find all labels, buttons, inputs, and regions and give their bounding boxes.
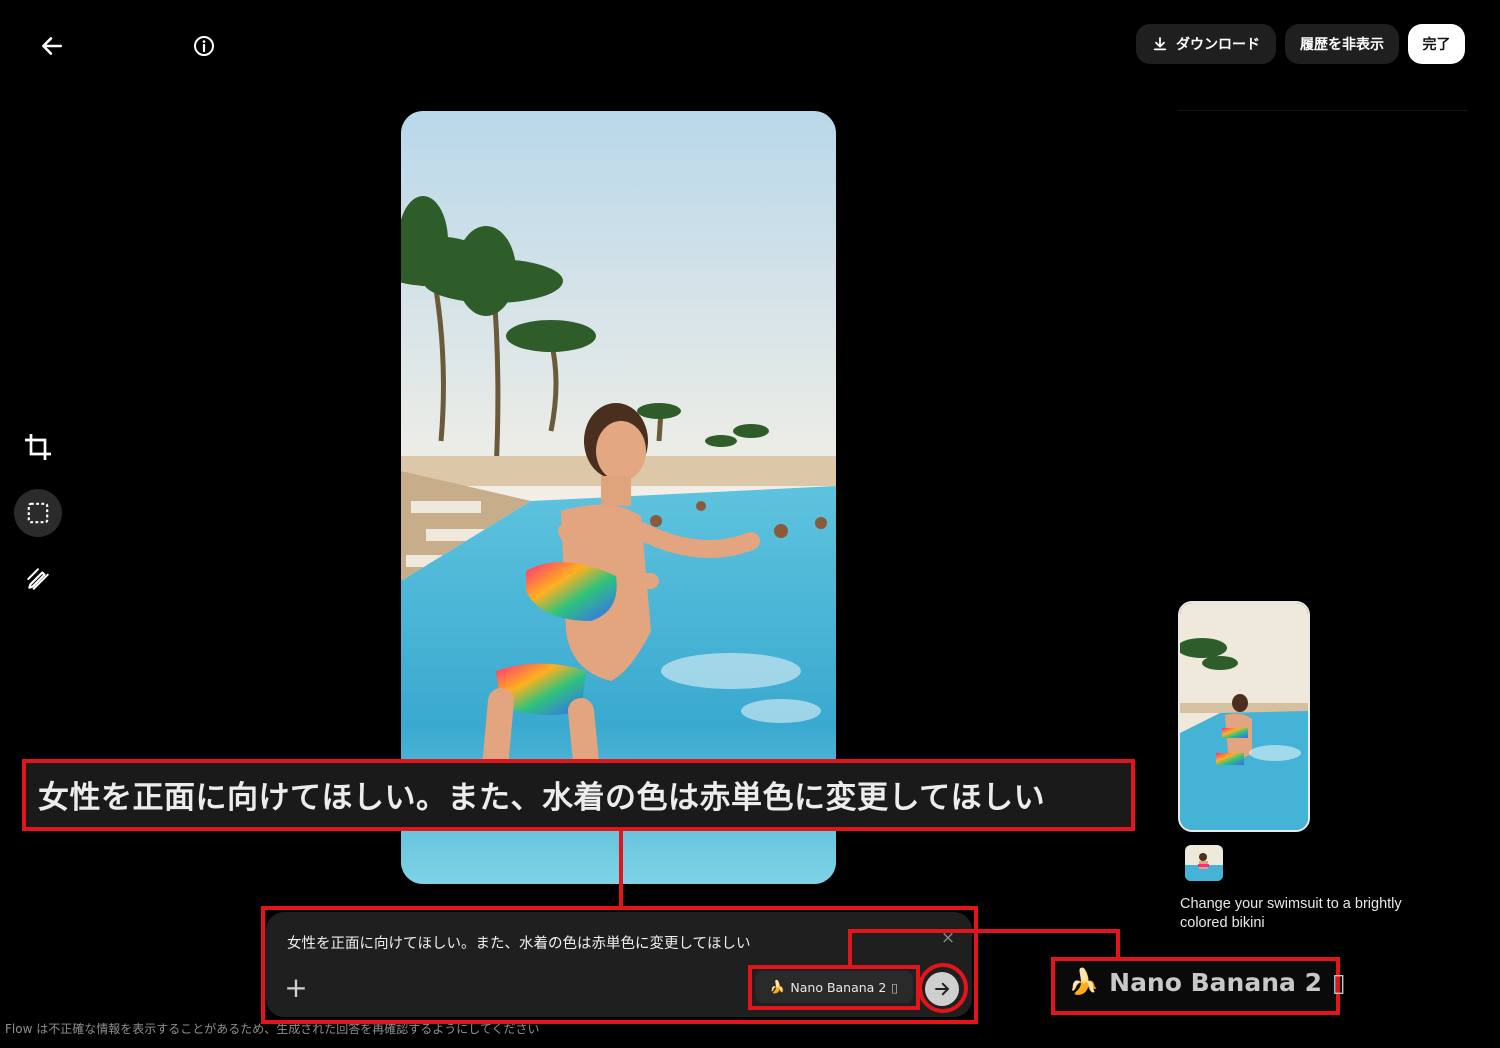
callout-connector-vertical xyxy=(619,827,623,909)
send-button-highlight xyxy=(918,963,968,1013)
done-button[interactable]: 完了 xyxy=(1408,24,1465,64)
banana-icon: 🍌 xyxy=(1068,967,1100,996)
magic-pen-icon xyxy=(27,568,49,590)
model-zoom-extra-icon: ▯ xyxy=(1331,967,1346,997)
model-chip-highlight xyxy=(748,965,920,1010)
select-tool-button[interactable] xyxy=(14,489,62,537)
callout-connector-b xyxy=(848,929,1120,933)
history-thumbnail-small[interactable] xyxy=(1185,845,1223,881)
back-button[interactable] xyxy=(30,24,74,68)
history-divider xyxy=(1178,110,1468,111)
history-thumbnail-large[interactable] xyxy=(1178,601,1310,832)
callout-connector-a xyxy=(848,929,852,967)
info-button[interactable] xyxy=(182,24,226,68)
done-label: 完了 xyxy=(1422,37,1451,53)
download-icon xyxy=(1153,37,1167,51)
hide-history-label: 履歴を非表示 xyxy=(1300,37,1384,53)
crop-tool-button[interactable] xyxy=(14,423,62,471)
info-icon xyxy=(194,36,214,56)
hide-history-button[interactable]: 履歴を非表示 xyxy=(1285,24,1399,64)
edit-tool-button[interactable] xyxy=(14,555,62,603)
history-caption: Change your swimsuit to a brightly color… xyxy=(1180,896,1402,931)
callout-connector-c xyxy=(1116,929,1120,959)
arrow-left-icon xyxy=(42,37,62,55)
selection-icon xyxy=(27,502,49,524)
download-button[interactable]: ダウンロード xyxy=(1136,24,1276,64)
model-zoom-label: 🍌 Nano Banana 2 ▯ xyxy=(1068,967,1346,997)
crop-icon xyxy=(24,433,52,461)
download-label: ダウンロード xyxy=(1176,37,1260,53)
model-zoom-name: Nano Banana 2 xyxy=(1109,967,1322,997)
prompt-zoom-text: 女性を正面に向けてほしい。また、水着の色は赤単色に変更してほしい xyxy=(38,780,1046,816)
